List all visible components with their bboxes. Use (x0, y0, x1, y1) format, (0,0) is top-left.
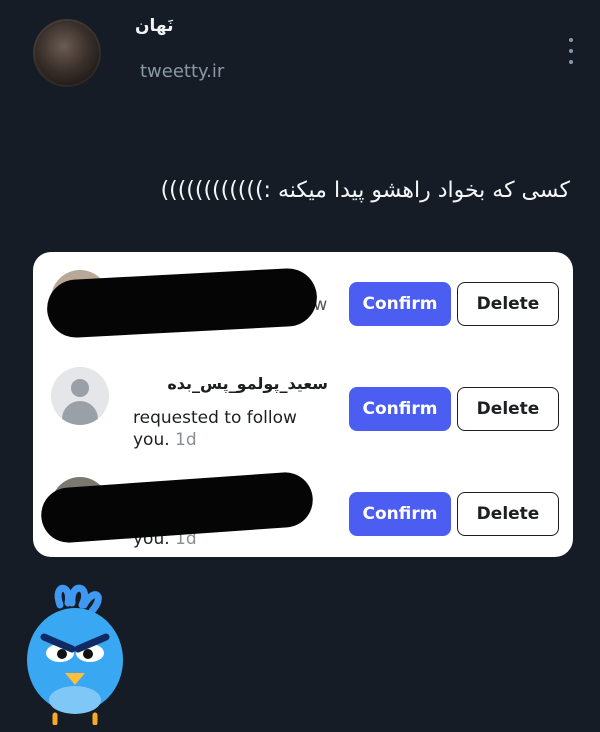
author-handle[interactable]: tweetty.ir (140, 61, 224, 82)
delete-button[interactable]: Delete (457, 492, 559, 536)
follow-request-row: سعید_پولمو_پس_بده requested to follow yo… (33, 357, 573, 457)
confirm-button[interactable]: Confirm (349, 282, 451, 326)
more-options-icon[interactable] (566, 38, 576, 64)
confirm-button[interactable]: Confirm (349, 492, 451, 536)
delete-button[interactable]: Delete (457, 282, 559, 326)
author-avatar[interactable] (33, 19, 101, 87)
confirm-button[interactable]: Confirm (349, 387, 451, 431)
follow-request-row: ow Confirm Delete (33, 252, 573, 352)
tweet-text: کسی که بخواد راهشو پیدا میکنه :)))))))))… (160, 178, 570, 203)
author-name[interactable]: نَهان (135, 16, 174, 36)
request-text: requested to follow you. 1d (133, 408, 297, 450)
angry-bird-mascot-icon (27, 584, 123, 725)
delete-button[interactable]: Delete (457, 387, 559, 431)
requester-username[interactable]: سعید_پولمو_پس_بده (133, 374, 328, 393)
request-time: 1d (175, 430, 197, 450)
default-avatar-icon (51, 367, 109, 425)
follow-requests-screenshot: ow Confirm Delete سعید_پولمو_پس_بده requ… (33, 252, 573, 557)
follow-request-row: you. 1d Confirm Delete (33, 462, 573, 557)
